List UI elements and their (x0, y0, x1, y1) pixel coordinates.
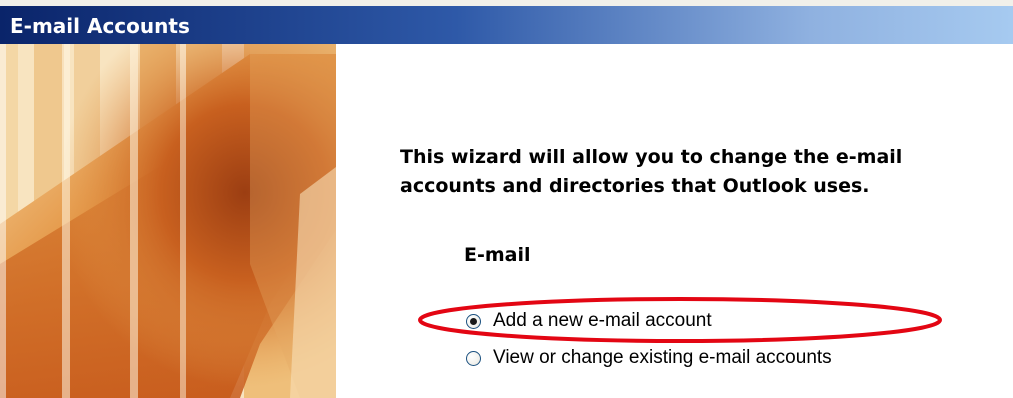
add-new-email-account-label[interactable]: Add a new e-mail account (493, 309, 712, 333)
email-accounts-dialog: E-mail Accounts This wizard will allow y… (0, 0, 1013, 398)
radio-dot (470, 317, 477, 325)
radio-button-unselected-icon[interactable] (466, 350, 481, 366)
view-change-email-accounts-option[interactable]: View or change existing e-mail accounts (466, 345, 832, 371)
email-section-label: E-mail (464, 244, 531, 266)
view-change-email-accounts-label[interactable]: View or change existing e-mail accounts (493, 346, 832, 370)
wizard-banner-image (0, 44, 340, 398)
title-bar[interactable]: E-mail Accounts (0, 6, 1013, 44)
wizard-intro-text: This wizard will allow you to change the… (400, 146, 903, 197)
radio-button-selected-icon[interactable] (466, 313, 481, 329)
window-title: E-mail Accounts (10, 14, 190, 38)
add-new-email-account-option[interactable]: Add a new e-mail account (466, 308, 712, 334)
